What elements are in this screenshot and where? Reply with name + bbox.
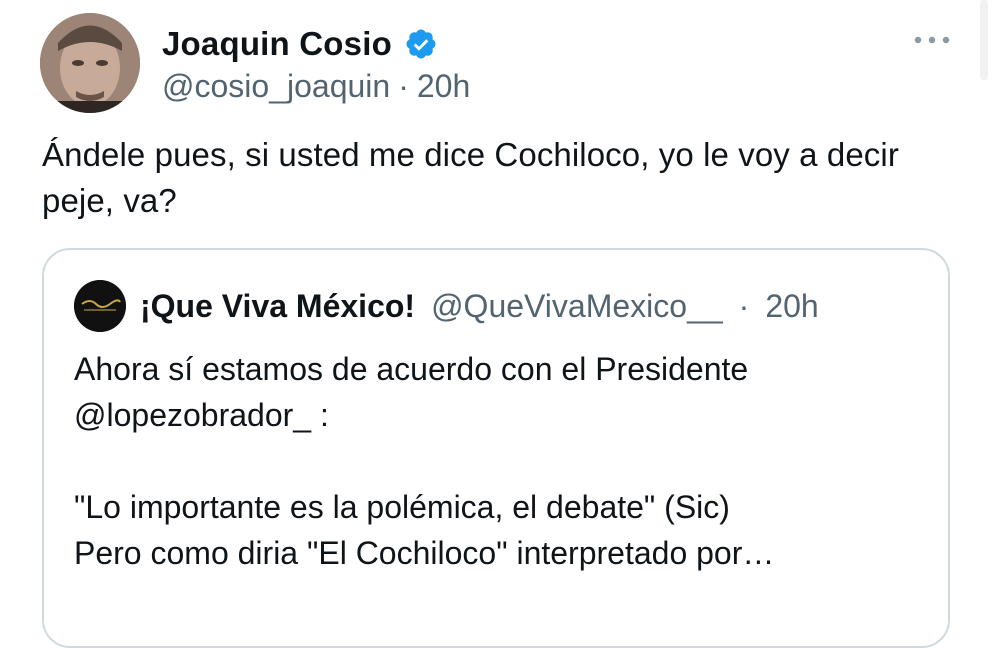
quoted-tweet-card[interactable]: ¡Que Viva México! @QueVivaMexico__ · 20h… [42, 248, 950, 648]
quoted-text-line: Pero como diria "El Cochiloco" interpret… [74, 535, 775, 571]
more-options-icon[interactable] [912, 30, 952, 50]
quoted-tweet-header: ¡Que Viva México! @QueVivaMexico__ · 20h [74, 280, 819, 332]
quoted-author-handle[interactable]: @QueVivaMexico__ [431, 290, 723, 322]
tweet: Joaquin Cosio @cosio_joaquin · 20h Ándel… [0, 0, 992, 648]
author-handle[interactable]: @cosio_joaquin [162, 70, 390, 102]
author-name-row: Joaquin Cosio [162, 18, 438, 68]
quoted-text-mention-line[interactable]: @lopezobrador_ : [74, 392, 924, 438]
quoted-author-name[interactable]: ¡Que Viva México! [140, 290, 415, 322]
quoted-author-avatar[interactable] [74, 280, 126, 332]
tweet-text: Ándele pues, si usted me dice Cochiloco,… [42, 136, 899, 219]
author-avatar[interactable] [40, 13, 140, 113]
author-handle-row: @cosio_joaquin · 20h [162, 70, 470, 102]
quoted-tweet-text: Ahora sí estamos de acuerdo con el Presi… [74, 346, 924, 576]
quoted-text-spacer [74, 438, 924, 484]
quoted-text-line: "Lo importante es la polémica, el debate… [74, 489, 730, 525]
verified-badge-icon [404, 27, 438, 61]
scrollbar[interactable] [980, 0, 988, 80]
quoted-tweet-timestamp[interactable]: 20h [765, 290, 818, 322]
author-name[interactable]: Joaquin Cosio [162, 27, 392, 60]
quoted-author-avatar-image [74, 280, 126, 332]
tweet-timestamp[interactable]: 20h [417, 70, 470, 102]
quoted-text-line: Ahora sí estamos de acuerdo con el Presi… [74, 351, 749, 387]
author-avatar-image [40, 13, 140, 113]
handle-separator: · [398, 68, 409, 104]
quoted-handle-separator: · [738, 287, 750, 324]
